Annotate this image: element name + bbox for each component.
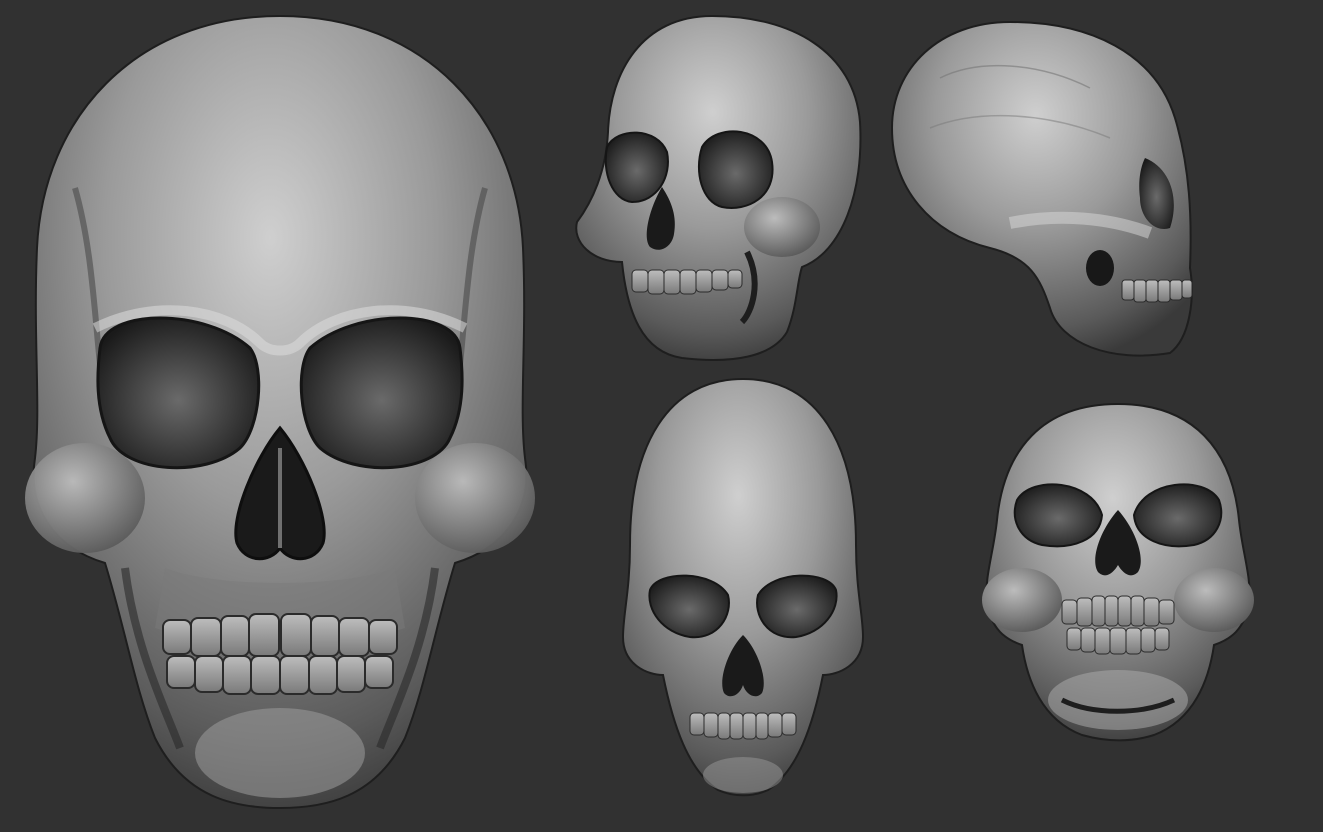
skull-front-above-render: [621, 377, 865, 797]
side-teeth: [1121, 279, 1193, 303]
skull-front-large-render: [25, 14, 535, 810]
skull-three-quarter-render: [575, 14, 862, 361]
lower-teeth: [166, 655, 394, 695]
front-above-teeth: [689, 712, 797, 740]
render-viewport: [0, 0, 1323, 832]
skull-front-below-render: [982, 402, 1254, 742]
skull-side-render: [890, 20, 1193, 357]
